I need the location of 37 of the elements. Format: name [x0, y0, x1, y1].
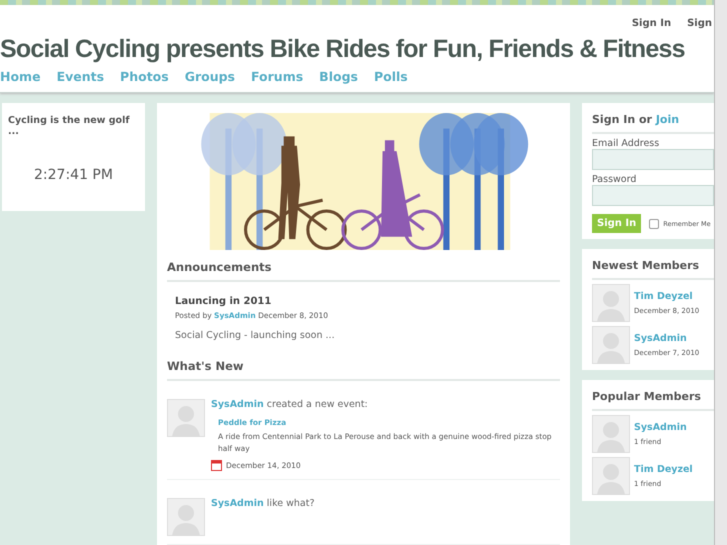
- calendar-icon: [211, 459, 222, 471]
- nav-link[interactable]: Forums: [251, 69, 304, 84]
- section-heading: What's New: [167, 349, 560, 381]
- announcement-body: Social Cycling - launching soon ...: [175, 330, 336, 341]
- activity-text: SysAdmin created a new event:: [211, 399, 369, 410]
- nav-link[interactable]: Groups: [184, 69, 236, 84]
- announcement-title: Launcing in 2011: [175, 296, 272, 307]
- member-name-link[interactable]: SysAdmin: [634, 333, 687, 344]
- nav-link[interactable]: Blogs: [319, 69, 358, 84]
- avatar-silhouette-icon: [592, 326, 630, 364]
- user-link[interactable]: SysAdmin: [211, 399, 264, 410]
- nav-link[interactable]: Polls: [374, 69, 408, 84]
- nav-link[interactable]: Events: [56, 69, 104, 84]
- field-label: Email Address: [592, 138, 660, 149]
- user-link[interactable]: SysAdmin: [211, 498, 264, 509]
- password-input[interactable]: [592, 185, 714, 206]
- member-name-link[interactable]: SysAdmin: [634, 422, 687, 433]
- clock-time: 2:27:41 PM: [34, 167, 113, 183]
- section-heading: Announcements: [167, 250, 560, 282]
- member-name-link[interactable]: Tim Deyzel: [634, 464, 693, 475]
- sign-in-link[interactable]: Sign: [687, 18, 712, 28]
- avatar-silhouette-icon: [592, 457, 630, 495]
- nav-link[interactable]: Home: [0, 69, 41, 84]
- avatar-silhouette-icon: [167, 399, 205, 437]
- email-input[interactable]: [592, 149, 714, 170]
- member-name-link[interactable]: Tim Deyzel: [634, 291, 693, 302]
- join-link[interactable]: Join: [656, 113, 680, 126]
- widget-title: Cycling is the new golf ...: [8, 115, 131, 137]
- avatar-silhouette-icon: [592, 284, 630, 322]
- avatar-silhouette-icon: [167, 498, 205, 536]
- avatar-silhouette-icon: [592, 415, 630, 453]
- field-label: Password: [592, 174, 638, 185]
- activity-text: SysAdmin like what?: [211, 498, 316, 509]
- sign-in-link[interactable]: Sign In: [632, 18, 672, 28]
- sign-in-button[interactable]: Sign In: [592, 214, 642, 233]
- nav-link[interactable]: Photos: [120, 69, 169, 84]
- site-title: Social Cycling presents Bike Rides for Fun, Friends & Fitness: [0, 34, 686, 65]
